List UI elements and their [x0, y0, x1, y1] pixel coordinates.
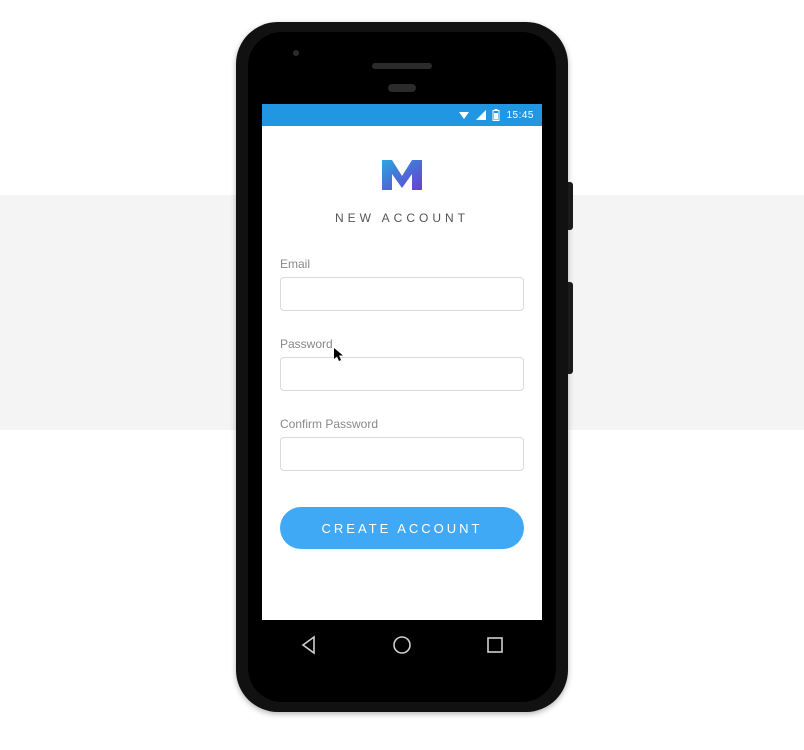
wifi-icon [458, 110, 470, 120]
app-logo-icon [378, 154, 426, 199]
screen: 15:45 [262, 104, 542, 620]
email-label: Email [280, 257, 524, 271]
nav-back-icon[interactable] [298, 634, 320, 661]
logo-wrap [280, 154, 524, 199]
password-label: Password [280, 337, 524, 351]
app-content: NEW ACCOUNT Email Password Confirm Passw… [262, 126, 542, 620]
nav-home-icon[interactable] [391, 634, 413, 661]
email-input[interactable] [280, 277, 524, 311]
status-time: 15:45 [506, 110, 534, 121]
phone-sensor-pill [388, 84, 416, 92]
confirm-password-input[interactable] [280, 437, 524, 471]
phone-speaker [372, 63, 432, 69]
phone-frame: 15:45 [236, 22, 568, 712]
status-bar: 15:45 [262, 104, 542, 126]
android-nav-bar [262, 620, 542, 674]
page-subtitle: NEW ACCOUNT [280, 211, 524, 225]
confirm-password-field-group: Confirm Password [280, 417, 524, 471]
phone-bezel: 15:45 [248, 32, 556, 702]
phone-side-button [568, 282, 573, 374]
signal-icon [476, 110, 486, 120]
password-input[interactable] [280, 357, 524, 391]
phone-camera-dot [293, 50, 299, 56]
battery-icon [492, 109, 500, 121]
create-account-button[interactable]: CREATE ACCOUNT [280, 507, 524, 549]
phone-side-button [568, 182, 573, 230]
email-field-group: Email [280, 257, 524, 311]
confirm-password-label: Confirm Password [280, 417, 524, 431]
nav-recent-icon[interactable] [484, 634, 506, 661]
password-field-group: Password [280, 337, 524, 391]
signup-form: Email Password Confirm Password CREATE A… [280, 257, 524, 549]
